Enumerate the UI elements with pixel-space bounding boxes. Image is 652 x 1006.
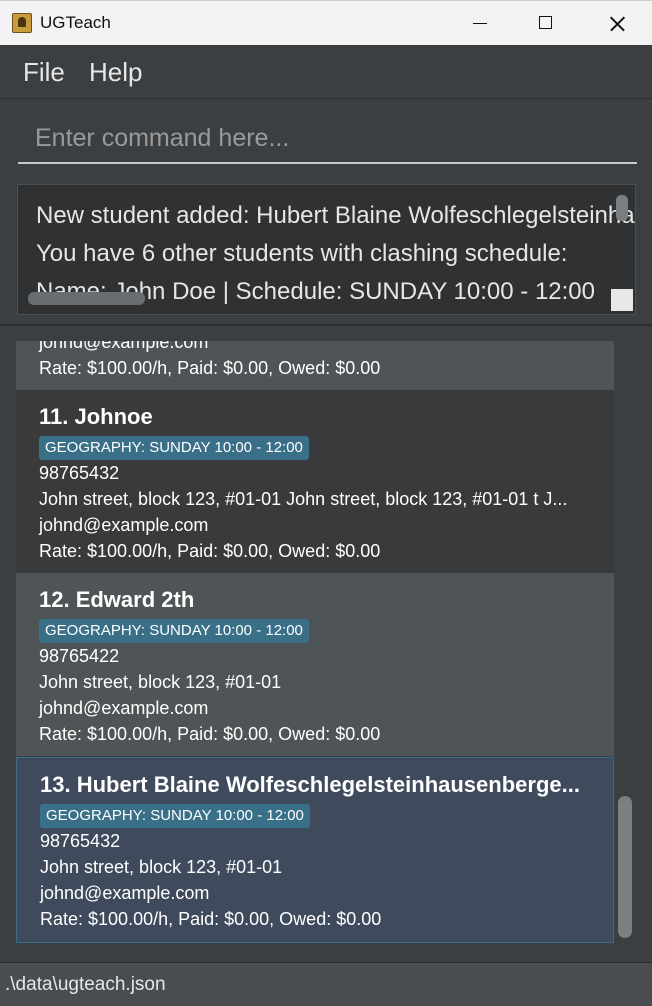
- student-card[interactable]: 11. Johnoe GEOGRAPHY: SUNDAY 10:00 - 12:…: [16, 390, 614, 573]
- student-phone: 98765422: [39, 646, 120, 666]
- student-name: 12. Edward 2th: [39, 587, 195, 612]
- window-title: UGTeach: [40, 13, 111, 32]
- status-bar: .\data\ugteach.json: [0, 962, 652, 1006]
- student-email: johnd@example.com: [39, 341, 209, 352]
- student-rate: Rate: $100.00/h, Paid: $0.00, Owed: $0.0…: [39, 724, 381, 744]
- result-display[interactable]: New student added: Hubert Blaine Wolfesc…: [17, 184, 636, 315]
- schedule-tag: GEOGRAPHY: SUNDAY 10:00 - 12:00: [39, 436, 309, 460]
- student-phone: 98765432: [40, 831, 121, 851]
- title-bar: UGTeach: [0, 0, 652, 45]
- close-button[interactable]: [582, 1, 652, 46]
- schedule-tag: GEOGRAPHY: SUNDAY 10:00 - 12:00: [39, 619, 309, 643]
- scrollbar-corner: [611, 289, 633, 311]
- minimize-button[interactable]: [445, 1, 515, 46]
- student-rate: Rate: $100.00/h, Paid: $0.00, Owed: $0.0…: [40, 909, 382, 929]
- result-line: You have 6 other students with clashing …: [36, 240, 568, 267]
- student-rate: Rate: $100.00/h, Paid: $0.00, Owed: $0.0…: [39, 541, 381, 561]
- menu-file[interactable]: File: [23, 57, 65, 88]
- student-card-selected[interactable]: 13. Hubert Blaine Wolfeschlegelsteinhaus…: [16, 757, 614, 943]
- list-vertical-scrollbar[interactable]: [618, 796, 632, 938]
- result-line: New student added: Hubert Blaine Wolfesc…: [36, 202, 635, 229]
- result-vertical-scrollbar[interactable]: [616, 195, 628, 221]
- maximize-button[interactable]: [511, 1, 581, 46]
- student-phone: 98765432: [39, 463, 120, 483]
- schedule-tag: GEOGRAPHY: SUNDAY 10:00 - 12:00: [40, 804, 310, 828]
- command-input[interactable]: [18, 114, 637, 164]
- student-email: johnd@example.com: [39, 515, 209, 535]
- student-email: johnd@example.com: [40, 883, 210, 903]
- data-file-path: .\data\ugteach.json: [5, 974, 166, 995]
- result-horizontal-scrollbar[interactable]: [28, 292, 145, 305]
- menu-bar: File Help: [0, 45, 652, 99]
- student-name: 13. Hubert Blaine Wolfeschlegelsteinhaus…: [40, 772, 580, 797]
- student-address: John street, block 123, #01-01: [39, 672, 282, 692]
- student-name: 11. Johnoe: [39, 404, 153, 429]
- menu-help[interactable]: Help: [89, 57, 142, 88]
- student-list[interactable]: johnd@example.com Rate: $100.00/h, Paid:…: [16, 341, 614, 943]
- student-address: John street, block 123, #01-01 John stre…: [39, 489, 568, 509]
- student-card[interactable]: 12. Edward 2th GEOGRAPHY: SUNDAY 10:00 -…: [16, 573, 614, 756]
- student-card[interactable]: johnd@example.com Rate: $100.00/h, Paid:…: [16, 341, 614, 390]
- student-rate: Rate: $100.00/h, Paid: $0.00, Owed: $0.0…: [39, 358, 381, 378]
- app-icon: [12, 13, 32, 33]
- student-email: johnd@example.com: [39, 698, 209, 718]
- student-address: John street, block 123, #01-01: [40, 857, 283, 877]
